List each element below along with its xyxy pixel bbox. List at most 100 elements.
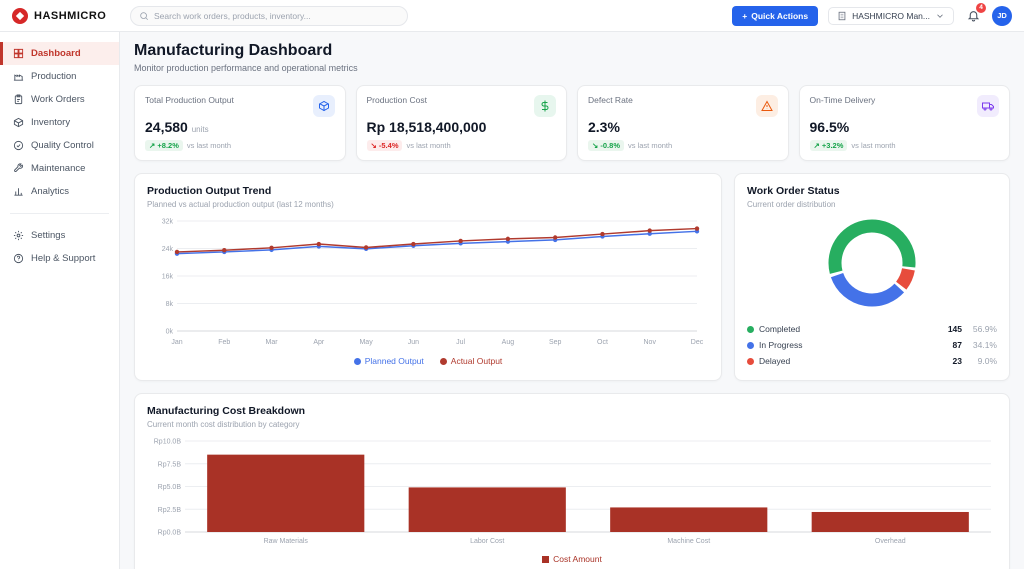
svg-text:32k: 32k [162,219,174,226]
chevron-down-icon [937,13,943,18]
work-order-donut [747,213,997,313]
legend-planned-output: Planned Output [353,356,424,366]
trend-down-icon: ↘ [370,141,377,150]
brand-logo[interactable]: HASHMICRO [12,7,120,24]
sidebar-item-analytics[interactable]: Analytics [0,180,119,203]
box-icon [13,117,24,128]
sidebar-item-settings[interactable]: Settings [0,224,119,247]
svg-text:Labor Cost: Labor Cost [470,538,504,545]
sidebar-item-inventory[interactable]: Inventory [0,111,119,134]
notification-badge: 4 [976,2,986,13]
kpi-value: Rp 18,518,400,000 [366,119,487,135]
bar-chart-icon [14,188,23,196]
kpi-note: vs last month [186,141,232,150]
dollar-icon [534,95,556,117]
kpi-delta: ↗ +3.2% [809,140,848,151]
sidebar-item-work-orders[interactable]: Work Orders [0,88,119,111]
svg-text:Jun: Jun [408,339,419,346]
sidebar-item-quality-control[interactable]: Quality Control [0,134,119,157]
kpi-note: vs last month [851,141,896,150]
legend-dot [439,357,447,365]
legend-dot [747,357,754,365]
svg-text:Overhead: Overhead [875,538,906,545]
svg-text:Aug: Aug [502,339,515,346]
svg-text:Rp2.5B: Rp2.5B [158,507,182,514]
sidebar-item-label: Production [31,71,77,82]
svg-text:Rp0.0B: Rp0.0B [158,530,182,537]
svg-text:Machine Cost: Machine Cost [667,538,710,545]
kpi-delta: ↘ -5.4% [366,140,403,151]
sidebar-item-label: Dashboard [31,48,81,59]
svg-text:Mar: Mar [266,339,279,346]
search-input[interactable] [154,10,399,21]
company-label: HASHMICRO Man... [852,10,930,21]
legend-dot [747,341,754,349]
legend-dot [353,357,361,365]
kpi-card-on-time-delivery: On-Time Delivery 96.5% ↗ +3.2% vs last m… [798,85,1010,161]
kpi-value: 96.5% [809,119,850,135]
svg-text:Oct: Oct [597,339,608,346]
chart-subtitle: Planned vs actual production output (las… [147,200,334,209]
legend-square [542,555,550,563]
kpi-value: 2.3% [588,119,620,135]
sidebar-item-maintenance[interactable]: Maintenance [0,157,119,180]
top-bar: HASHMICRO + Quick Actions HASHMICRO Man.… [0,0,1024,32]
svg-text:0k: 0k [166,329,174,336]
truck-icon [977,95,999,117]
notifications-button[interactable]: 4 [964,2,986,25]
kpi-delta: ↗ +8.2% [145,140,183,151]
cube-icon [312,95,335,117]
legend-dot [747,325,754,333]
bar-chart-legend: Cost Amount [147,554,997,564]
kpi-label: On-Time Delivery [809,95,876,105]
sidebar-item-help-support[interactable]: Help & Support [0,247,119,270]
kpi-label: Production Cost [366,95,427,105]
chart-title: Manufacturing Cost Breakdown [147,405,306,417]
svg-text:Sep: Sep [549,339,562,346]
sidebar-item-label: Settings [31,230,66,241]
kpi-delta: ↘ -0.8% [588,140,624,151]
legend-actual-output: Actual Output [439,356,502,366]
page-subtitle: Monitor production performance and opera… [134,63,358,73]
search-icon [140,11,149,20]
work-order-status-card: Work Order Status Current order distribu… [734,173,1010,381]
user-avatar[interactable]: JD [992,5,1012,26]
kpi-label: Defect Rate [588,95,633,105]
sidebar-item-production[interactable]: Production [0,65,119,88]
dashboard-icon [13,48,24,59]
sidebar-item-label: Inventory [31,117,71,128]
svg-text:May: May [359,339,373,346]
chart-title: Production Output Trend [147,185,272,197]
donut-legend: Completed 145 56.9% In Progress 87 34.1%… [747,321,997,369]
warning-icon [755,95,778,117]
svg-text:16k: 16k [162,274,174,281]
kpi-row: Total Production Output 24,580 units ↗ +… [134,85,1010,161]
svg-text:Rp7.5B: Rp7.5B [158,461,182,468]
hashmicro-logo-icon [12,7,28,24]
check-circle-icon [13,140,24,151]
company-selector[interactable]: HASHMICRO Man... [828,6,954,25]
wrench-icon [14,163,24,172]
svg-text:Jul: Jul [456,339,465,346]
production-trend-plot: 0k 8k 16k 24k 32k Jan Feb Mar Apr May Jun Jul Aug Sep… [147,215,709,354]
svg-text:Raw Materials: Raw Materials [264,538,309,545]
legend-row-delayed: Delayed 23 9.0% [747,353,997,369]
line-chart-legend: Planned Output Actual Output [147,356,709,366]
global-search[interactable] [130,5,408,26]
legend-row-completed: Completed 145 56.9% [747,321,997,337]
main-content: Manufacturing Dashboard Monitor producti… [120,32,1024,569]
sidebar-item-dashboard[interactable]: Dashboard [0,42,119,65]
cost-breakdown-plot: Rp0.0B Rp2.5B Rp5.0B Rp7.5B Rp10.0B Raw Mater… [147,435,997,552]
production-output-trend-card: Production Output Trend Planned vs actua… [134,173,722,381]
quick-actions-button[interactable]: + Quick Actions [732,5,819,26]
sidebar-item-label: Quality Control [31,140,94,151]
brand-name: HASHMICRO [34,9,107,22]
legend-cost-amount: Cost Amount [542,554,602,564]
sidebar-item-label: Work Orders [31,94,85,105]
trend-up-icon: ↗ [149,141,156,150]
trend-down-icon: ↘ [592,141,599,150]
sidebar-item-label: Analytics [31,186,70,197]
svg-text:Rp10.0B: Rp10.0B [154,439,182,446]
building-icon [838,11,846,20]
chart-subtitle: Current month cost distribution by categ… [147,420,300,429]
